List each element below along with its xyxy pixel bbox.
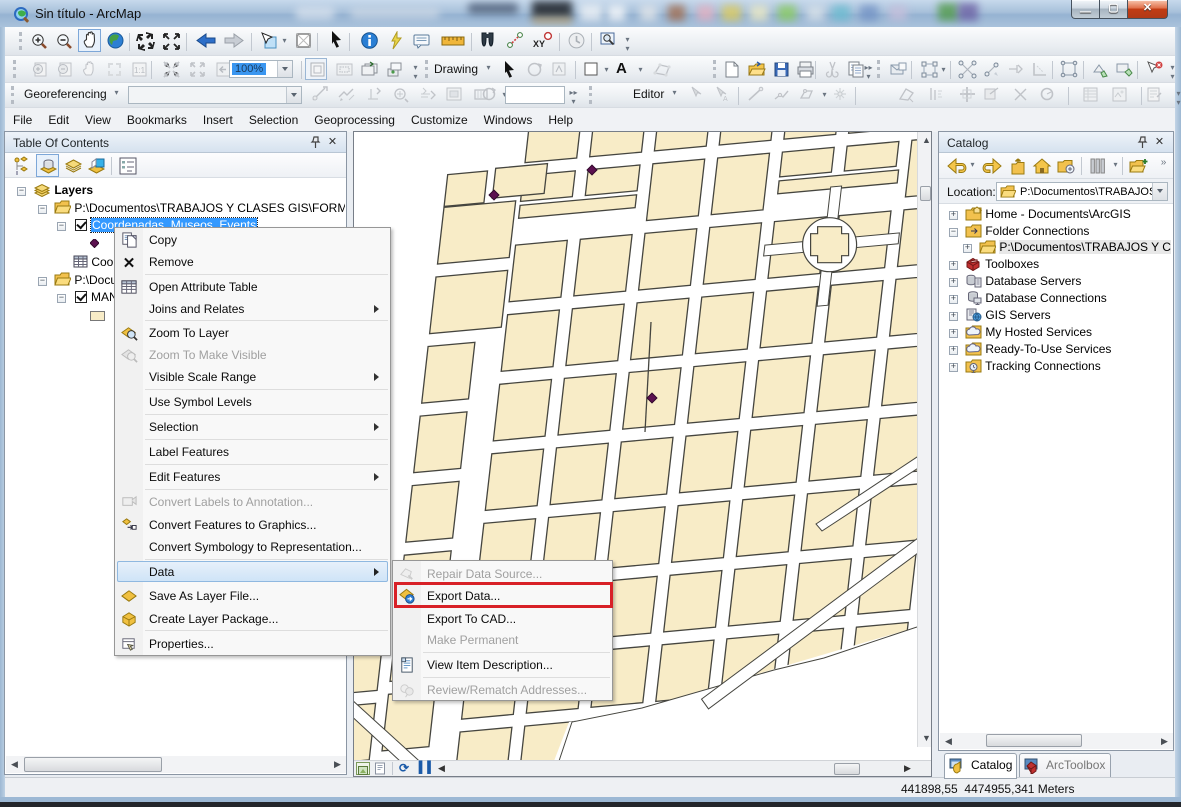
svg-text:A: A bbox=[723, 96, 728, 103]
svg-text:XY: XY bbox=[533, 39, 545, 49]
svg-text:1:1: 1:1 bbox=[134, 66, 146, 75]
